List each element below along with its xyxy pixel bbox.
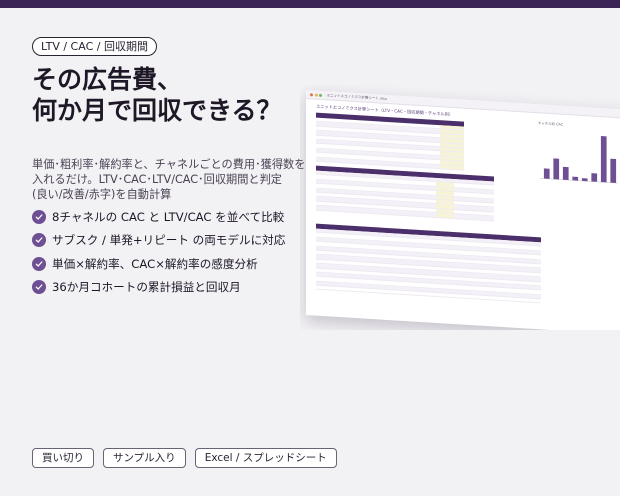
cac-chart: チャネル別 CAC	[538, 120, 620, 193]
feature-list: 8チャネルの CAC と LTV/CAC を並べて比較 サブスク / 単発+リピ…	[32, 205, 322, 299]
input-block	[316, 112, 464, 171]
chart-bar	[543, 168, 550, 179]
feature-label: サブスク / 単発+リピート の両モデルに対応	[52, 233, 286, 248]
cohort-block	[316, 223, 541, 304]
badge-row: 買い切り サンプル入り Excel / スプレッドシート	[32, 448, 337, 468]
description-line-1: 単価･粗利率･解約率と、チャネルごとの費用･獲得数を	[32, 158, 306, 171]
topic-tag: LTV / CAC / 回収期間	[32, 37, 157, 56]
feature-item: 36か月コホートの累計損益と回収月	[32, 276, 322, 300]
chart-bar	[600, 136, 607, 183]
chart-bar	[591, 173, 598, 182]
description-line-3: (良い/改善/赤字)を自動計算	[32, 188, 172, 201]
headline: その広告費、 何か月で回収できる？	[32, 64, 322, 126]
check-icon	[32, 209, 46, 224]
feature-item: 8チャネルの CAC と LTV/CAC を並べて比較	[32, 205, 322, 229]
channel-block	[316, 165, 494, 222]
spreadsheet-preview: ユニットエコノミクス計算シート.xlsx ユニットエコノミクス計算シート（LTV…	[300, 84, 620, 330]
check-icon	[32, 280, 46, 295]
headline-line-2: 何か月で回収できる？	[32, 96, 282, 125]
window-dot-icon	[319, 93, 322, 97]
spreadsheet-window: ユニットエコノミクス計算シート.xlsx ユニットエコノミクス計算シート（LTV…	[306, 90, 620, 330]
check-icon	[32, 256, 46, 271]
chart-bar	[581, 178, 588, 182]
chart-bar	[572, 176, 579, 181]
feature-label: 8チャネルの CAC と LTV/CAC を並べて比較	[52, 209, 285, 224]
top-accent-bar	[0, 0, 620, 8]
badge-sample-included: サンプル入り	[103, 448, 186, 468]
window-dot-icon	[310, 92, 313, 96]
chart-bar	[562, 166, 569, 181]
feature-label: 単価×解約率、CAC×解約率の感度分析	[52, 256, 258, 271]
chart-bar	[610, 158, 617, 183]
feature-label: 36か月コホートの累計損益と回収月	[52, 280, 241, 295]
spreadsheet-filename: ユニットエコノミクス計算シート.xlsx	[326, 92, 387, 101]
badge-excel-spreadsheet: Excel / スプレッドシート	[194, 448, 337, 468]
chart-bar	[553, 158, 560, 180]
cac-bar-chart	[540, 136, 618, 184]
headline-line-1: その広告費、	[32, 65, 183, 94]
description: 単価･粗利率･解約率と、チャネルごとの費用･獲得数を 入れるだけ。LTV･CAC…	[32, 157, 322, 202]
feature-item: サブスク / 単発+リピート の両モデルに対応	[32, 229, 322, 253]
badge-one-time-purchase: 買い切り	[32, 448, 94, 468]
description-line-2: 入れるだけ。LTV･CAC･LTV/CAC･回収期間と判定	[32, 173, 282, 186]
window-dot-icon	[314, 93, 318, 97]
feature-item: 単価×解約率、CAC×解約率の感度分析	[32, 252, 322, 276]
check-icon	[32, 233, 46, 248]
